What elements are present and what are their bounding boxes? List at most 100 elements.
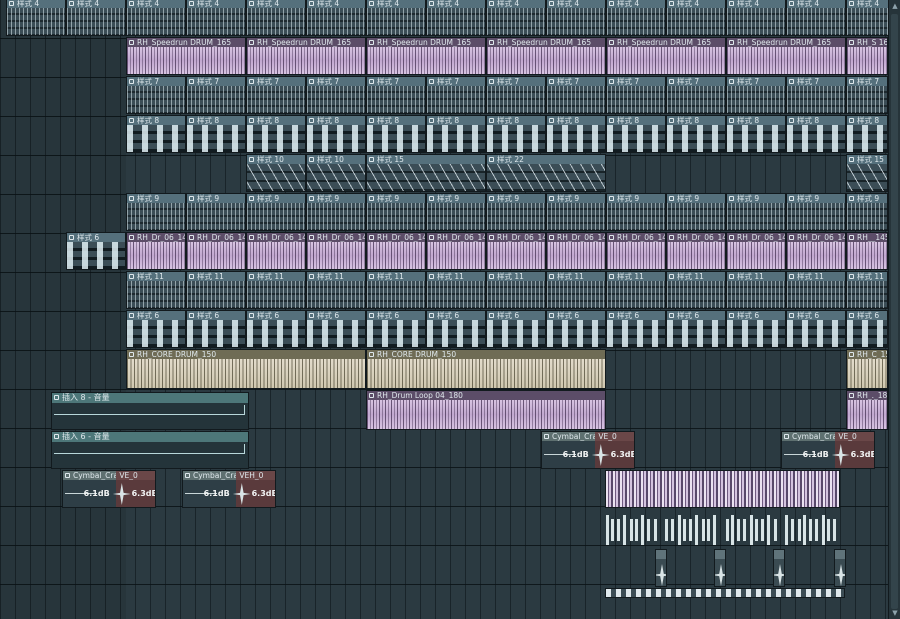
pattern-clip[interactable]: 样式 9	[126, 193, 186, 231]
audio-clip-speedrun[interactable]: RH_Speedrun DRUM_165	[486, 37, 606, 75]
pattern-clip[interactable]: 样式 9	[366, 193, 426, 231]
pattern-clip[interactable]: 样式 4	[6, 0, 66, 36]
pattern-clip[interactable]: 样式 8	[126, 115, 186, 153]
pattern-clip[interactable]: 样式 4	[306, 0, 366, 36]
pattern-clip[interactable]: 样式 9	[666, 193, 726, 231]
pattern-clip[interactable]: 样式 4	[786, 0, 846, 36]
pattern-clip[interactable]: 样式 4	[486, 0, 546, 36]
pattern-clip[interactable]: 样式 7	[186, 76, 246, 114]
audio-clip-dr06[interactable]: RH_Dr_06_145	[486, 232, 546, 270]
audio-clip-dense[interactable]	[605, 470, 840, 508]
pattern-clip[interactable]: 样式 8	[606, 115, 666, 153]
pattern-clip[interactable]: 样式 11	[726, 271, 786, 309]
pattern-clip[interactable]: 样式 6	[786, 310, 846, 348]
pattern-clip[interactable]: 样式 4	[366, 0, 426, 36]
pattern-clip[interactable]: 样式 8	[366, 115, 426, 153]
pattern-clip[interactable]: 样式 7	[246, 76, 306, 114]
audio-clip-dr06[interactable]: RH_Dr_06_145	[666, 232, 726, 270]
pattern-clip[interactable]: 样式 4	[726, 0, 786, 36]
pattern-clip[interactable]: 样式 6	[546, 310, 606, 348]
hit-clip[interactable]	[773, 549, 785, 587]
pattern-clip[interactable]: 样式 4	[666, 0, 726, 36]
vertical-scrollbar[interactable]: ▲ ▼	[888, 0, 900, 619]
pattern-clip[interactable]: 样式 11	[246, 271, 306, 309]
pattern-clip[interactable]: 样式 6	[666, 310, 726, 348]
pattern-clip[interactable]: 样式 11	[666, 271, 726, 309]
pattern-clip[interactable]: 样式 11	[186, 271, 246, 309]
pattern-clip[interactable]: 样式 6	[486, 310, 546, 348]
pattern-clip[interactable]: 样式 9	[306, 193, 366, 231]
pattern-clip[interactable]: 样式 11	[786, 271, 846, 309]
pattern-clip[interactable]: 样式 7	[846, 76, 888, 114]
pattern-clip[interactable]: 样式 6	[366, 310, 426, 348]
pattern-clip[interactable]: 样式 8	[246, 115, 306, 153]
scroll-thumb[interactable]	[891, 14, 898, 609]
hit-clip[interactable]	[655, 549, 667, 587]
audio-clip-dr06[interactable]: RH_Dr_06_145	[726, 232, 786, 270]
pattern-clip[interactable]: 样式 22	[486, 154, 606, 192]
pattern-clip[interactable]: 样式 8	[426, 115, 486, 153]
audio-clip-speedrun[interactable]: RH_S 165	[846, 37, 888, 75]
pattern-clip[interactable]: 样式 11	[426, 271, 486, 309]
pattern-clip[interactable]: 样式 10	[246, 154, 306, 192]
automation-clip[interactable]: 插入 6 - 音量	[51, 431, 249, 469]
pattern-clip[interactable]: 样式 8	[546, 115, 606, 153]
pattern-clip[interactable]: 样式 4	[606, 0, 666, 36]
pattern-clip[interactable]: 样式 8	[186, 115, 246, 153]
pattern-clip[interactable]: 样式 8	[306, 115, 366, 153]
pattern-clip[interactable]: 样式 6	[66, 232, 126, 270]
scroll-up-icon[interactable]: ▲	[891, 2, 899, 10]
pattern-clip[interactable]: 样式 7	[786, 76, 846, 114]
pattern-clip[interactable]: 样式 9	[486, 193, 546, 231]
audio-clip-dr06[interactable]: RH_Dr_06_145	[306, 232, 366, 270]
cymbal-clip[interactable]: Cymbal_Crash01 VE_0 6.1dB 6.3dB	[781, 431, 875, 469]
cymbal-clip[interactable]: Cymbal_Crash01 VE_0 6.1dB 6.3dB	[541, 431, 635, 469]
audio-clip-speedrun[interactable]: RH_Speedrun DRUM_165	[246, 37, 366, 75]
pattern-clip[interactable]: 样式 8	[486, 115, 546, 153]
pattern-clip[interactable]: 样式 4	[66, 0, 126, 36]
audio-clip-dr06[interactable]: RH_Dr_06_145	[426, 232, 486, 270]
pattern-clip[interactable]: 样式 11	[306, 271, 366, 309]
pattern-clip[interactable]: 样式 6	[306, 310, 366, 348]
audio-clip-dr06[interactable]: RH_Dr_06_145	[246, 232, 306, 270]
pattern-clip[interactable]: 样式 7	[366, 76, 426, 114]
pattern-clip[interactable]: 样式 11	[546, 271, 606, 309]
pattern-clip[interactable]: 样式 9	[546, 193, 606, 231]
pattern-clip[interactable]: 样式 11	[486, 271, 546, 309]
audio-clip-dr06[interactable]: RH_Dr_06_145	[546, 232, 606, 270]
audio-clip-speedrun[interactable]: RH_Speedrun DRUM_165	[606, 37, 726, 75]
pattern-clip[interactable]: 样式 4	[426, 0, 486, 36]
pattern-clip[interactable]: 样式 11	[366, 271, 426, 309]
audio-clip-dr06[interactable]: RH__145	[846, 232, 888, 270]
pattern-clip[interactable]: 样式 7	[306, 76, 366, 114]
pattern-clip[interactable]: 样式 4	[546, 0, 606, 36]
audio-clip-dr06[interactable]: RH_Dr_06_145	[186, 232, 246, 270]
pattern-clip[interactable]: 样式 6	[126, 310, 186, 348]
scroll-down-icon[interactable]: ▼	[891, 609, 899, 617]
pattern-clip[interactable]: 样式 9	[186, 193, 246, 231]
audio-clip-drum-loop[interactable]: RH_Drum Loop 04_180	[366, 390, 606, 430]
pattern-clip[interactable]: 样式 10	[306, 154, 366, 192]
pattern-clip[interactable]: 样式 11	[846, 271, 888, 309]
pattern-clip[interactable]: 样式 4	[126, 0, 186, 36]
pattern-clip[interactable]: 样式 9	[426, 193, 486, 231]
pattern-clip[interactable]: 样式 7	[126, 76, 186, 114]
audio-clip-dr06[interactable]: RH_Dr_06_145	[786, 232, 846, 270]
pattern-clip[interactable]: 样式 6	[186, 310, 246, 348]
audio-clip-drum-loop[interactable]: RH_._180	[846, 390, 888, 430]
audio-clip-dr06[interactable]: RH_Dr_06_145	[366, 232, 426, 270]
pattern-clip[interactable]: 样式 11	[126, 271, 186, 309]
pattern-clip[interactable]: 样式 15	[366, 154, 486, 192]
pattern-clip[interactable]: 样式 8	[846, 115, 888, 153]
audio-clip-core[interactable]: RH_CORE DRUM_150	[366, 349, 606, 389]
pattern-clip[interactable]: 样式 7	[666, 76, 726, 114]
pattern-clip[interactable]: 样式 4	[246, 0, 306, 36]
hit-clip[interactable]	[714, 549, 726, 587]
audio-clip-dr06[interactable]: RH_Dr_06_145	[126, 232, 186, 270]
pattern-clip[interactable]: 样式 8	[786, 115, 846, 153]
pattern-clip[interactable]: 样式 6	[726, 310, 786, 348]
pattern-clip[interactable]: 样式 6	[606, 310, 666, 348]
audio-clip-core[interactable]: RH_C_150	[846, 349, 888, 389]
pattern-clip[interactable]: 样式 6	[846, 310, 888, 348]
pattern-clip[interactable]: 样式 11	[606, 271, 666, 309]
